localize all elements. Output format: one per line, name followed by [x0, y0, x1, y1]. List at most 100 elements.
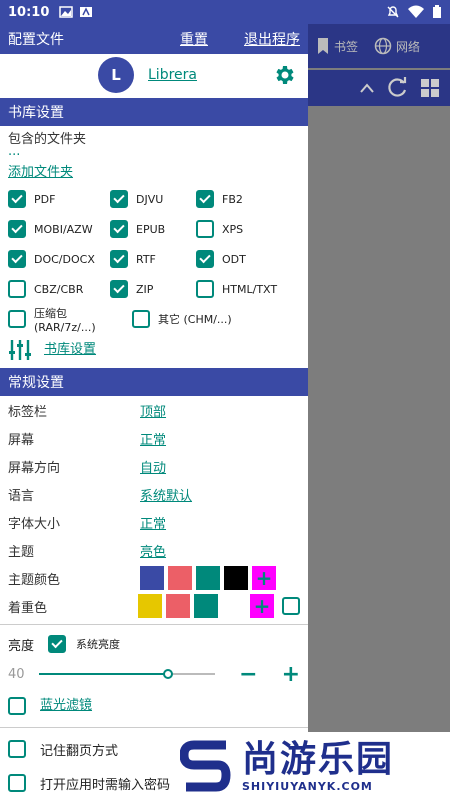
- format-checkbox-item[interactable]: CBZ/CBR: [8, 274, 110, 304]
- blue-filter-link[interactable]: 蓝光滤镜: [40, 695, 92, 717]
- setting-row: 屏幕方向 自动: [0, 452, 308, 480]
- setting-value-link[interactable]: 自动: [140, 457, 166, 476]
- format-checkbox[interactable]: [196, 190, 214, 208]
- accent-checkbox[interactable]: [282, 597, 300, 615]
- theme-color-swatch[interactable]: [140, 566, 164, 590]
- reset-button[interactable]: 重置: [180, 29, 208, 49]
- format-checkbox[interactable]: [110, 220, 128, 238]
- accent-color-swatch[interactable]: [138, 594, 162, 618]
- format-label: HTML/TXT: [222, 282, 278, 296]
- format-checkbox-item[interactable]: ZIP: [110, 274, 196, 304]
- password-checkbox[interactable]: [8, 774, 26, 792]
- format-checkbox-item[interactable]: XPS: [196, 214, 296, 244]
- setting-value-link[interactable]: 正常: [140, 429, 166, 448]
- setting-value-link[interactable]: 亮色: [140, 541, 166, 560]
- library-settings-row[interactable]: 书库设置: [0, 334, 308, 366]
- archive-checkbox[interactable]: [8, 310, 26, 328]
- format-checkbox[interactable]: [196, 250, 214, 268]
- general-settings-list: 标签栏 顶部 屏幕 正常 屏幕方向 自动 语言 系统默认 字体大小 正常 主题 亮色: [0, 396, 308, 564]
- password-label: 打开应用时需输入密码: [40, 777, 171, 793]
- brightness-row: 亮度 系统亮度: [0, 629, 308, 659]
- brightness-plus-button[interactable]: +: [282, 662, 300, 687]
- profile-name-link[interactable]: Librera: [148, 67, 197, 83]
- chevron-up-icon[interactable]: [360, 83, 374, 93]
- format-label: PDF: [34, 192, 56, 206]
- format-label: XPS: [222, 222, 244, 236]
- globe-icon: [374, 37, 392, 55]
- format-checkbox-item[interactable]: PDF: [8, 184, 110, 214]
- background-toolbar: [308, 70, 450, 106]
- format-checkbox[interactable]: [8, 190, 26, 208]
- theme-color-swatch[interactable]: [224, 566, 248, 590]
- theme-color-swatch[interactable]: [168, 566, 192, 590]
- setting-value-link[interactable]: 顶部: [140, 401, 166, 420]
- setting-label: 屏幕: [8, 432, 35, 448]
- format-checkbox-item[interactable]: EPUB: [110, 214, 196, 244]
- image-notification-icon: [59, 6, 74, 18]
- brand-cn: 尚游乐园: [242, 738, 395, 780]
- library-settings-link[interactable]: 书库设置: [44, 339, 96, 361]
- accent-color-swatch[interactable]: [194, 594, 218, 618]
- system-brightness-checkbox[interactable]: [48, 635, 66, 653]
- folders-value[interactable]: ...: [0, 145, 308, 162]
- accent-color-swatch[interactable]: +: [250, 594, 274, 618]
- archive-row: 压缩包 (RAR/7z/...) 其它 (CHM/...): [0, 304, 308, 334]
- format-checkbox[interactable]: [8, 220, 26, 238]
- format-checkbox[interactable]: [8, 250, 26, 268]
- brightness-slider-thumb[interactable]: [163, 669, 174, 679]
- archive-label: 压缩包 (RAR/7z/...): [34, 306, 96, 334]
- format-checkbox-item[interactable]: DJVU: [110, 184, 196, 214]
- gear-icon[interactable]: [272, 63, 296, 87]
- brand-en: SHIYIUYANYK.COM: [242, 779, 373, 793]
- format-label: EPUB: [136, 222, 166, 236]
- bookmark-icon: [318, 38, 328, 54]
- accent-color-swatch[interactable]: [222, 594, 246, 618]
- format-label: RTF: [136, 252, 156, 266]
- archive-checkbox-item[interactable]: 压缩包 (RAR/7z/...): [8, 304, 126, 334]
- format-checkbox-item[interactable]: ODT: [196, 244, 296, 274]
- exit-button[interactable]: 退出程序: [244, 29, 300, 49]
- remember-page-checkbox[interactable]: [8, 740, 26, 758]
- format-checkbox[interactable]: [8, 280, 26, 298]
- tab-network-label: 网络: [396, 39, 421, 54]
- accent-color-swatch[interactable]: [166, 594, 190, 618]
- drawer-header: 配置文件 重置 退出程序: [0, 24, 308, 54]
- drawer-title: 配置文件: [8, 32, 64, 48]
- brightness-minus-button[interactable]: −: [239, 662, 257, 687]
- other-checkbox[interactable]: [132, 310, 150, 328]
- other-checkbox-item[interactable]: 其它 (CHM/...): [132, 304, 232, 334]
- setting-value-link[interactable]: 正常: [140, 513, 166, 532]
- format-checkbox-item[interactable]: RTF: [110, 244, 196, 274]
- setting-value-link[interactable]: 系统默认: [140, 485, 192, 504]
- theme-color-swatch[interactable]: +: [252, 566, 276, 590]
- blue-filter-checkbox[interactable]: [8, 697, 26, 715]
- add-folder-link[interactable]: 添加文件夹: [0, 162, 308, 184]
- format-checkbox[interactable]: [196, 220, 214, 238]
- brand-s-logo-icon: [180, 740, 231, 792]
- format-checkbox-item[interactable]: DOC/DOCX: [8, 244, 110, 274]
- tab-network[interactable]: 网络: [366, 37, 428, 55]
- setting-row: 标签栏 顶部: [0, 396, 308, 424]
- brightness-value: 40: [8, 666, 25, 682]
- remember-page-label: 记住翻页方式: [40, 743, 119, 759]
- format-checkbox[interactable]: [110, 190, 128, 208]
- format-checkbox[interactable]: [110, 280, 128, 298]
- refresh-icon[interactable]: [386, 77, 408, 99]
- setting-label: 主题: [8, 544, 35, 560]
- settings-drawer: 配置文件 重置 退出程序 L Librera 书库设置 包含的文件夹 ... 添…: [0, 24, 308, 800]
- format-checkbox-item[interactable]: MOBI/AZW: [8, 214, 110, 244]
- theme-color-label: 主题颜色: [8, 572, 61, 588]
- format-label: DOC/DOCX: [34, 252, 95, 266]
- theme-color-swatch[interactable]: [196, 566, 220, 590]
- theme-color-swatches: +: [140, 566, 276, 590]
- avatar[interactable]: L: [98, 57, 134, 93]
- setting-label: 字体大小: [8, 516, 61, 532]
- format-checkbox-item[interactable]: HTML/TXT: [196, 274, 296, 304]
- format-checkbox[interactable]: [196, 280, 214, 298]
- format-checkbox[interactable]: [110, 250, 128, 268]
- format-checkbox-item[interactable]: FB2: [196, 184, 296, 214]
- tab-bookmarks[interactable]: 书签: [308, 37, 366, 55]
- brightness-slider[interactable]: [38, 669, 216, 679]
- app-notification-icon: [80, 7, 93, 17]
- grid-view-icon[interactable]: [420, 78, 440, 98]
